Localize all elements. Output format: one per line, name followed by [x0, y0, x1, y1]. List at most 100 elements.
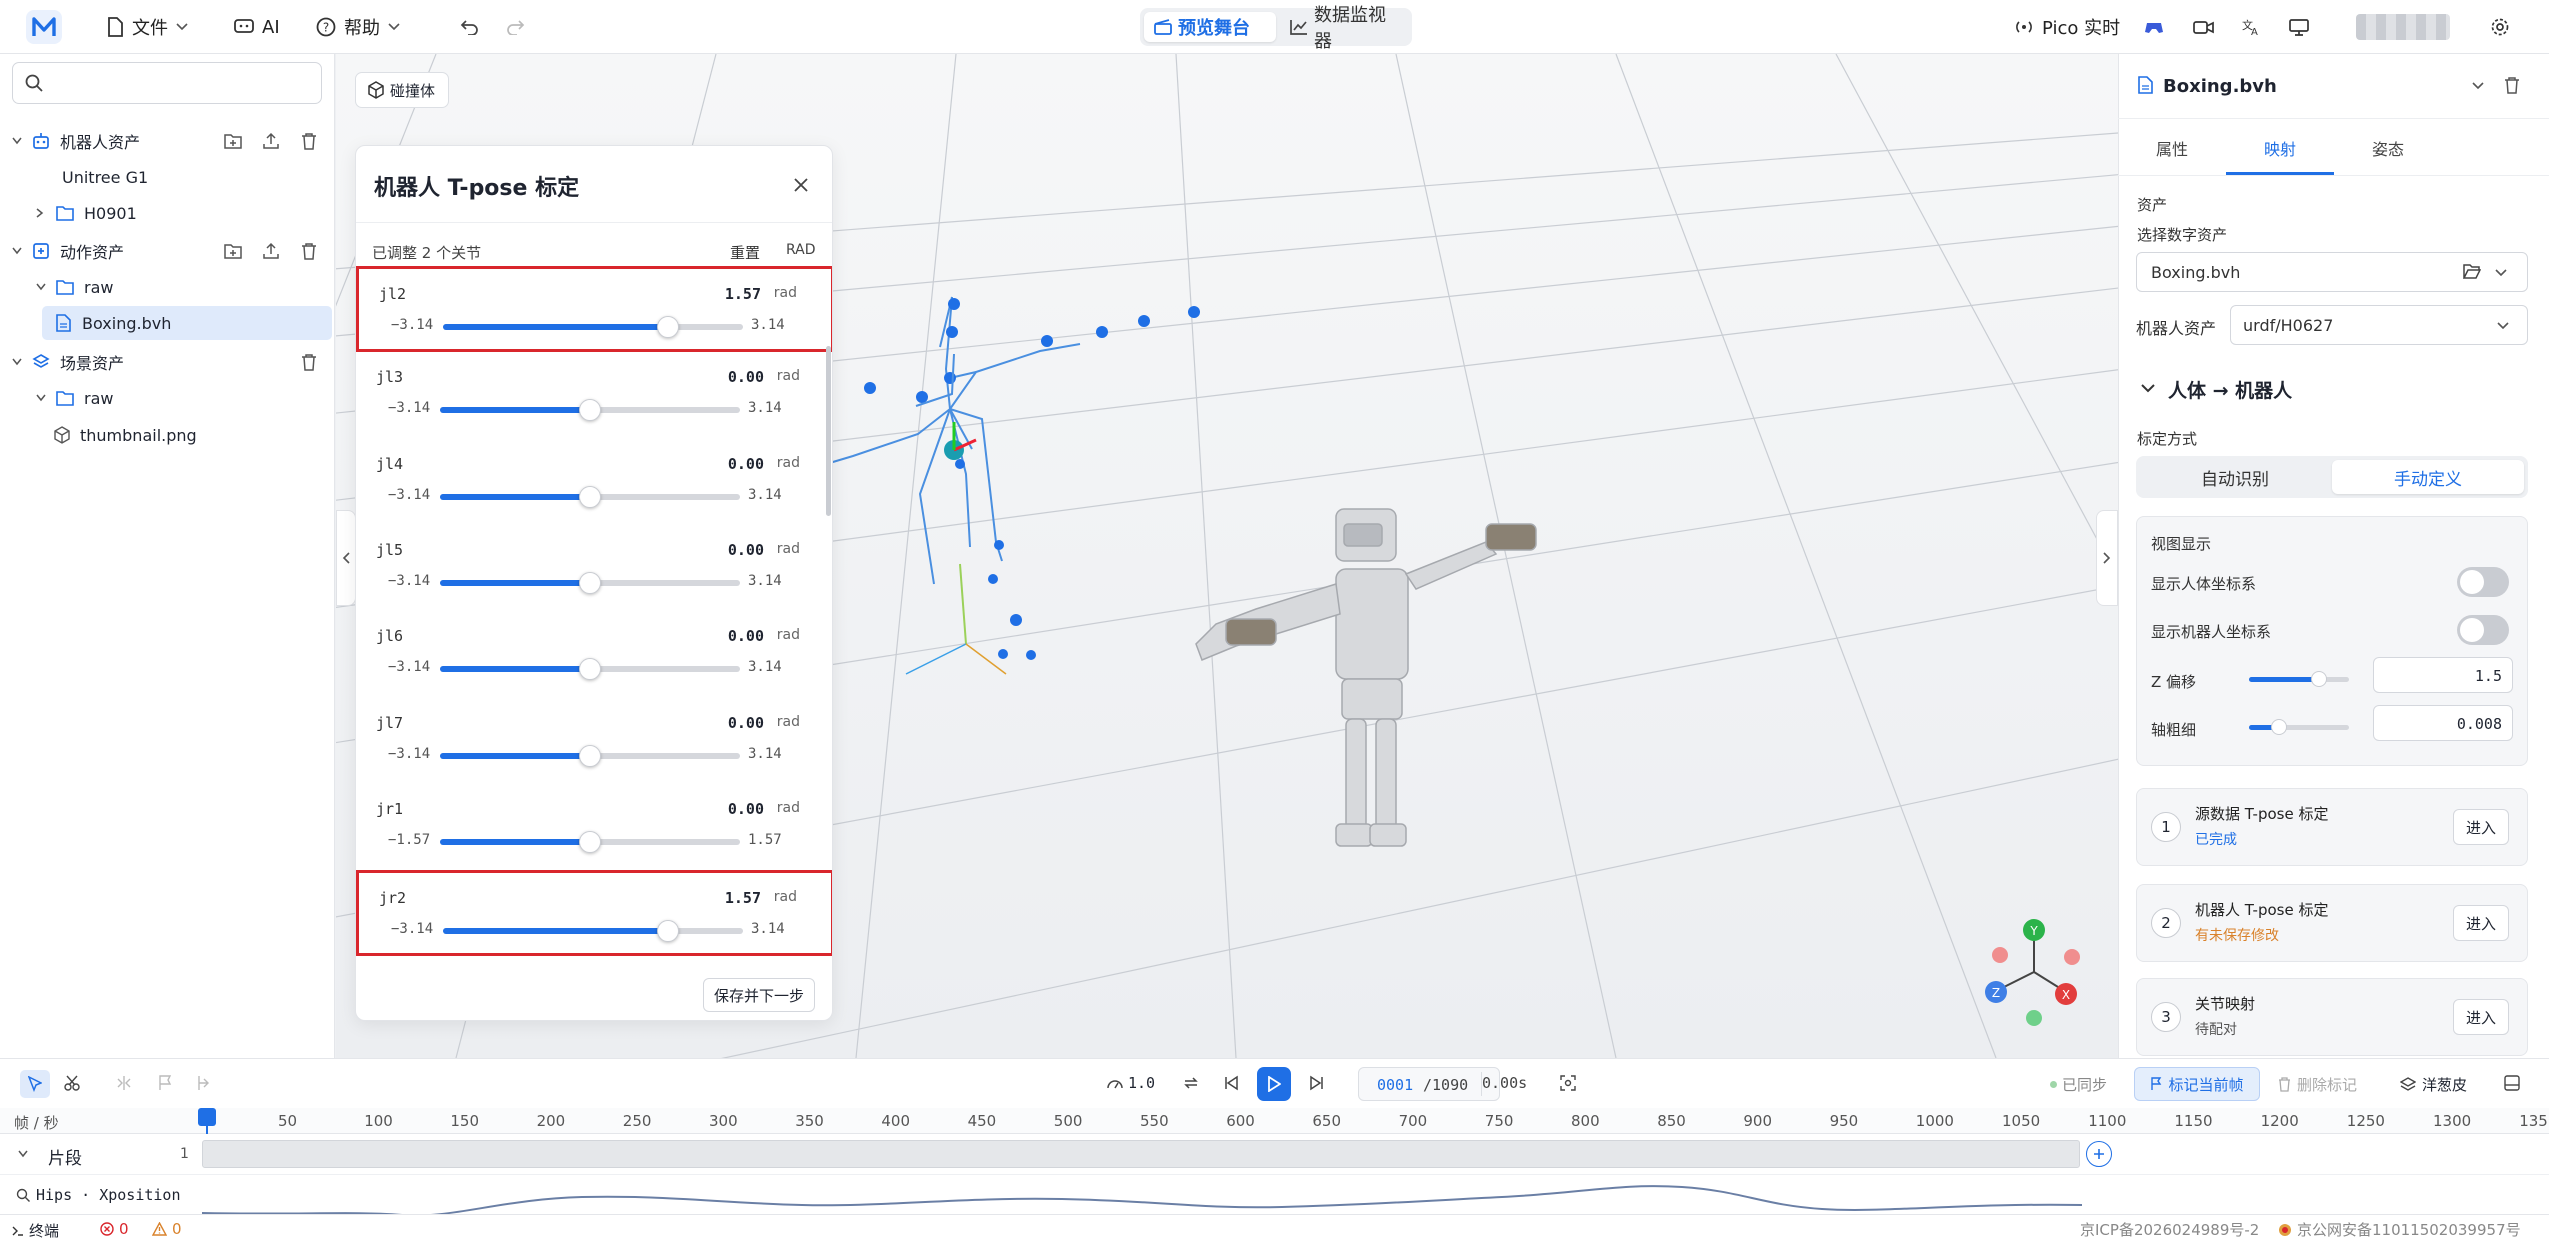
slider-thumb[interactable]	[2271, 719, 2287, 735]
slider-thumb[interactable]	[657, 920, 679, 943]
show-human-axes-toggle[interactable]	[2457, 567, 2509, 597]
enter-step-button[interactable]: 进入	[2453, 809, 2509, 845]
slider-thumb[interactable]	[579, 571, 601, 594]
trash-icon[interactable]	[298, 240, 320, 262]
tree-item-boxing[interactable]: Boxing.bvh	[42, 306, 332, 340]
tree-item-h0901[interactable]: H0901	[0, 196, 335, 230]
trim-icon[interactable]	[196, 1075, 210, 1091]
z-offset-slider[interactable]	[2249, 671, 2349, 687]
save-next-button[interactable]: 保存并下一步	[703, 978, 815, 1012]
search-input[interactable]	[12, 62, 322, 104]
error-count[interactable]: 0	[100, 1220, 129, 1238]
collider-toggle-button[interactable]: 碰撞体	[355, 72, 449, 108]
enter-step-button[interactable]: 进入	[2453, 905, 2509, 941]
slider-thumb[interactable]	[579, 399, 601, 422]
chevron-down-icon[interactable]	[2141, 384, 2155, 394]
pico-live-button[interactable]: Pico 实时	[2014, 12, 2120, 42]
show-robot-axes-toggle[interactable]	[2457, 615, 2509, 645]
joint-slider[interactable]	[443, 316, 743, 338]
settings-button[interactable]	[2490, 12, 2510, 42]
app-logo[interactable]	[26, 10, 62, 44]
menu-help[interactable]: ? 帮助	[316, 12, 400, 42]
trash-icon[interactable]	[298, 351, 320, 373]
undo-button[interactable]	[460, 12, 480, 42]
redo-button[interactable]	[505, 12, 525, 42]
robot-asset-select[interactable]: urdf/H0627	[2230, 305, 2528, 345]
joint-slider[interactable]	[440, 744, 740, 767]
menu-ai[interactable]: AI	[234, 12, 280, 42]
joint-slider[interactable]	[440, 485, 740, 508]
joint-slider[interactable]	[440, 830, 740, 853]
chevron-down-icon[interactable]	[2472, 82, 2484, 90]
tree-item-thumbnail[interactable]: thumbnail.png	[0, 418, 335, 452]
camera-button[interactable]	[2193, 12, 2215, 42]
warning-count[interactable]: 0	[152, 1220, 182, 1238]
new-folder-icon[interactable]	[222, 130, 244, 152]
collapse-right-button[interactable]	[2096, 510, 2118, 606]
slider-thumb[interactable]	[579, 485, 601, 508]
curve-plot[interactable]	[202, 1175, 2082, 1215]
tab-pose[interactable]: 姿态	[2372, 136, 2404, 160]
user-avatar[interactable]	[2356, 14, 2450, 40]
new-folder-icon[interactable]	[222, 240, 244, 262]
skip-forward-icon[interactable]	[1310, 1075, 1324, 1091]
icp-record[interactable]: 京ICP备2026024989号-2	[2080, 1219, 2259, 1240]
tab-mapping[interactable]: 映射	[2264, 136, 2296, 160]
select-tool-button[interactable]	[20, 1070, 50, 1098]
tree-motion-assets[interactable]: 动作资产	[0, 234, 335, 268]
upload-icon[interactable]	[260, 130, 282, 152]
tree-item-raw-scene[interactable]: raw	[0, 381, 335, 415]
tree-item-raw[interactable]: raw	[0, 270, 335, 304]
enter-step-button[interactable]: 进入	[2453, 999, 2509, 1035]
translate-button[interactable]: 文A	[2241, 12, 2261, 42]
onion-skin-button[interactable]: 洋葱皮	[2400, 1074, 2467, 1095]
collapse-left-button[interactable]	[336, 510, 356, 606]
skip-back-icon[interactable]	[1224, 1075, 1238, 1091]
mark-frame-button[interactable]: 标记当前帧	[2134, 1067, 2260, 1101]
split-icon[interactable]	[116, 1075, 132, 1091]
scrollbar[interactable]	[826, 346, 831, 516]
joint-slider[interactable]	[440, 658, 740, 681]
tab-preview-stage[interactable]: 预览舞台	[1144, 12, 1276, 42]
z-offset-input[interactable]: 1.5	[2373, 657, 2513, 693]
loop-icon[interactable]	[1182, 1075, 1200, 1091]
trash-icon[interactable]	[298, 130, 320, 152]
joint-slider[interactable]	[440, 399, 740, 422]
segment-clip[interactable]	[202, 1140, 2080, 1168]
flag-icon[interactable]	[158, 1075, 172, 1091]
gamepad-button[interactable]	[2144, 12, 2164, 42]
slider-thumb[interactable]	[579, 830, 601, 853]
speed-value[interactable]: 1.0	[1128, 1074, 1155, 1092]
timeline-ruler[interactable]: 帧 / 秒 50 100 150 200 250 300 350 400 450 500 550 60…	[0, 1108, 2549, 1134]
delete-mark-button[interactable]: 删除标记	[2278, 1074, 2357, 1095]
slider-thumb[interactable]	[579, 744, 601, 767]
monitor-button[interactable]	[2289, 12, 2309, 42]
tree-item-unitree[interactable]: Unitree G1	[0, 160, 335, 194]
add-segment-button[interactable]	[2086, 1141, 2112, 1167]
digital-asset-select[interactable]: Boxing.bvh	[2136, 252, 2528, 292]
menu-file[interactable]: 文件	[106, 12, 188, 42]
terminal-button[interactable]: 终端	[12, 1220, 59, 1241]
joint-slider[interactable]	[440, 571, 740, 594]
tree-scene-assets[interactable]: 场景资产	[0, 345, 335, 379]
axis-thickness-input[interactable]: 0.008	[2373, 705, 2513, 741]
joint-slider[interactable]	[443, 920, 743, 943]
trash-icon[interactable]	[2504, 76, 2520, 94]
police-record[interactable]: 京公网安备11011502039957号	[2278, 1219, 2521, 1240]
slider-thumb[interactable]	[2311, 671, 2327, 687]
manual-define-option[interactable]: 手动定义	[2332, 460, 2524, 494]
close-button[interactable]	[786, 170, 816, 200]
upload-icon[interactable]	[260, 240, 282, 262]
slider-thumb[interactable]	[579, 658, 601, 681]
auto-detect-option[interactable]: 自动识别	[2140, 460, 2330, 494]
tree-robot-assets[interactable]: 机器人资产	[0, 124, 335, 158]
axis-thickness-slider[interactable]	[2249, 719, 2349, 735]
play-button[interactable]	[1257, 1067, 1291, 1101]
frame-counter[interactable]: 0001 /1090	[1358, 1067, 1500, 1101]
slider-thumb[interactable]	[657, 316, 679, 338]
scissors-icon[interactable]	[64, 1075, 80, 1091]
screenshot-icon[interactable]	[1560, 1075, 1576, 1091]
reset-button[interactable]: 重置	[730, 242, 760, 263]
panel-toggle-icon[interactable]	[2504, 1075, 2520, 1091]
tab-properties[interactable]: 属性	[2156, 136, 2188, 160]
